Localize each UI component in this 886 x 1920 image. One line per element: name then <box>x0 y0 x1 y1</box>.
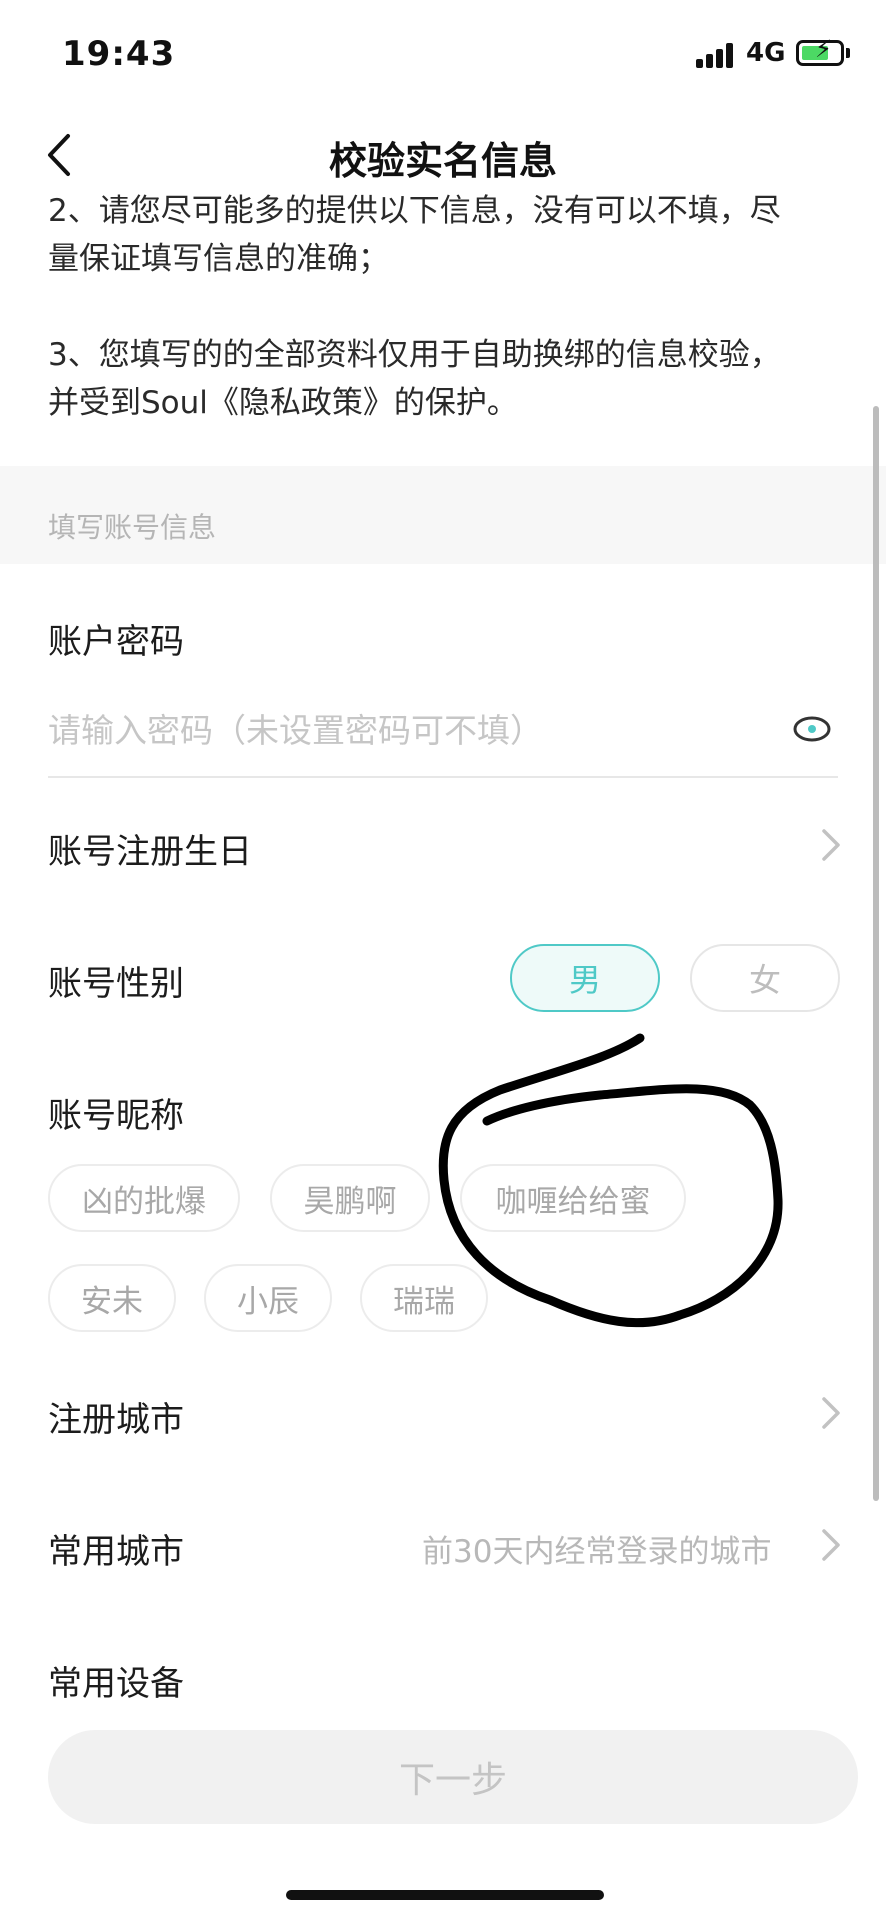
intro-line-2b: 量保证填写信息的准确； <box>48 241 389 277</box>
intro-line-3a: 3、您填写的的全部资料仅用于自助换绑的信息校验， <box>48 337 781 373</box>
home-indicator <box>286 1890 604 1900</box>
intro-line-3b: 并受到Soul《隐私政策》的保护。 <box>48 385 518 421</box>
gender-male-button[interactable]: 男 <box>510 944 660 1012</box>
next-step-button[interactable]: 下一步 <box>48 1730 858 1824</box>
chevron-right-icon[interactable] <box>820 1528 842 1562</box>
birthday-label[interactable]: 账号注册生日 <box>48 824 252 873</box>
signal-icon <box>696 42 736 68</box>
password-input[interactable]: 请输入密码（未设置密码可不填） <box>48 704 543 752</box>
section-title: 填写账号信息 <box>48 511 217 544</box>
password-label: 账户密码 <box>48 622 184 662</box>
nickname-option[interactable]: 昊鹏啊 <box>270 1164 430 1232</box>
annotation-circle-drawing <box>438 1033 783 1328</box>
frequent-device-label[interactable]: 常用设备 <box>48 1656 184 1705</box>
scrollbar[interactable] <box>873 406 879 1501</box>
section-header: 填写账号信息 <box>0 466 886 564</box>
status-time: 19:43 <box>62 34 176 74</box>
page-title: 校验实名信息 <box>328 139 557 183</box>
frequent-city-label[interactable]: 常用城市 <box>48 1524 184 1573</box>
nickname-label: 账号昵称 <box>48 1096 184 1136</box>
nickname-option[interactable]: 凶的批爆 <box>48 1164 240 1232</box>
nickname-option[interactable]: 安未 <box>48 1264 176 1332</box>
chevron-right-icon[interactable] <box>820 828 842 862</box>
intro-line-2-partial: 2、请您尽可能多的提供以下信息，没有可以不填，尽 <box>48 193 781 229</box>
intro-text-block: 2、请您尽可能多的提供以下信息，没有可以不填，尽 量保证填写信息的准确； 3、您… <box>0 192 886 492</box>
battery-icon: ⚡ <box>796 37 844 66</box>
chevron-right-icon[interactable] <box>820 1396 842 1430</box>
gender-female-button[interactable]: 女 <box>690 944 840 1012</box>
eye-icon[interactable] <box>792 714 832 744</box>
register-city-label[interactable]: 注册城市 <box>48 1392 184 1441</box>
gender-label: 账号性别 <box>48 964 184 1004</box>
password-divider <box>48 776 838 778</box>
network-type: 4G <box>746 38 786 68</box>
nickname-option[interactable]: 小辰 <box>204 1264 332 1332</box>
frequent-city-hint: 前30天内经常登录的城市 <box>422 1534 772 1570</box>
battery-cap <box>846 48 850 58</box>
